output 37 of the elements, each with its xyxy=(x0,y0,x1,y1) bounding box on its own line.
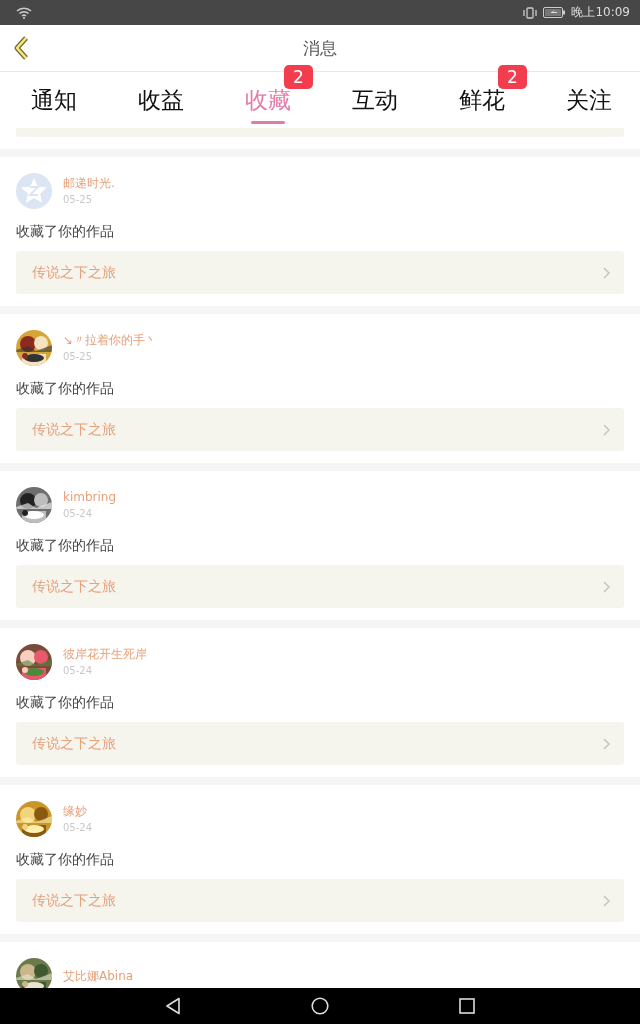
wifi-icon xyxy=(16,6,32,19)
chevron-right-icon xyxy=(603,894,610,907)
user-name[interactable]: 缘妙 xyxy=(63,803,93,819)
action-text: 收藏了你的作品 xyxy=(16,536,115,555)
action-text: 收藏了你的作品 xyxy=(16,693,115,712)
tab[interactable]: 收益 xyxy=(107,72,214,128)
status-time: 晚上10:09 xyxy=(571,4,630,21)
tab[interactable]: 通知 xyxy=(0,72,107,128)
user-name[interactable]: 邮递时光. xyxy=(63,175,115,191)
action-text: 收藏了你的作品 xyxy=(16,222,115,241)
tab[interactable]: 互动 xyxy=(321,72,428,128)
home-nav-button[interactable] xyxy=(311,997,329,1015)
battery-icon xyxy=(543,7,566,18)
chevron-right-icon xyxy=(603,423,610,436)
page-title: 消息 xyxy=(303,36,337,60)
count-badge: 2 xyxy=(498,65,527,89)
back-nav-button[interactable] xyxy=(165,997,181,1015)
tab[interactable]: 关注 xyxy=(535,72,640,128)
user-name[interactable]: kimbring xyxy=(63,489,117,505)
recents-nav-button[interactable] xyxy=(459,998,475,1014)
work-link[interactable]: 传说之下之旅 xyxy=(16,879,624,922)
count-badge: 2 xyxy=(284,65,313,89)
user-name[interactable]: ↘〃拉着你的手丶 xyxy=(63,332,158,348)
work-link[interactable]: 传说之下之旅 xyxy=(16,722,624,765)
chevron-right-icon xyxy=(603,737,610,750)
user-name[interactable]: 彼岸花开生死岸 xyxy=(63,646,147,662)
work-link[interactable]: 传说之下之旅 xyxy=(16,251,624,294)
action-text: 收藏了你的作品 xyxy=(16,379,115,398)
work-link[interactable]: 传说之下之旅 xyxy=(16,565,624,608)
chevron-right-icon xyxy=(603,580,610,593)
vibrate-icon xyxy=(523,6,538,19)
action-text: 收藏了你的作品 xyxy=(16,850,115,869)
chevron-right-icon xyxy=(603,266,610,279)
user-name[interactable]: 艾比娜Abina xyxy=(63,968,134,984)
default-avatar-icon xyxy=(16,173,52,209)
tab-underline xyxy=(250,121,285,124)
work-link[interactable]: 传说之下之旅 xyxy=(16,408,624,451)
